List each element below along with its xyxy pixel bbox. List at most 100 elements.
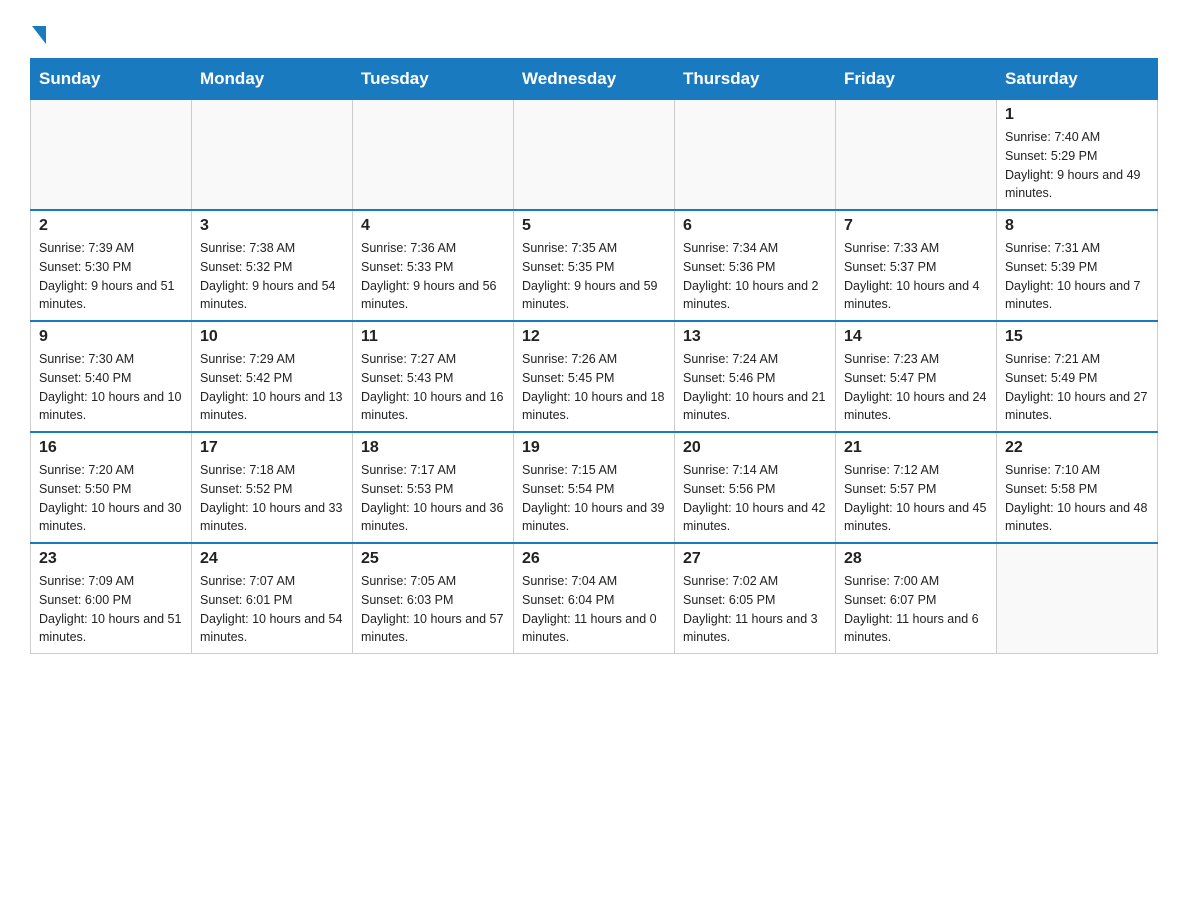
calendar-cell [997,543,1158,654]
calendar-header-row: SundayMondayTuesdayWednesdayThursdayFrid… [31,59,1158,100]
calendar-cell: 17 Sunrise: 7:18 AM Sunset: 5:52 PM Dayli… [192,432,353,543]
day-number: 12 [522,328,666,346]
day-info: Sunrise: 7:18 AM Sunset: 5:52 PM Dayligh… [200,461,344,536]
day-number: 5 [522,217,666,235]
page-header [30,20,1158,40]
calendar-week-5: 23 Sunrise: 7:09 AM Sunset: 6:00 PM Dayli… [31,543,1158,654]
day-number: 17 [200,439,344,457]
day-number: 14 [844,328,988,346]
logo-arrow-icon [32,26,46,44]
day-info: Sunrise: 7:10 AM Sunset: 5:58 PM Dayligh… [1005,461,1149,536]
day-number: 26 [522,550,666,568]
calendar-header-wednesday: Wednesday [514,59,675,100]
calendar-cell [192,100,353,211]
calendar-cell: 2Sunrise: 7:39 AM Sunset: 5:30 PM Daylig… [31,210,192,321]
calendar-cell: 21 Sunrise: 7:12 AM Sunset: 5:57 PM Dayli… [836,432,997,543]
day-number: 27 [683,550,827,568]
calendar-header-thursday: Thursday [675,59,836,100]
day-number: 3 [200,217,344,235]
day-number: 20 [683,439,827,457]
calendar-week-4: 16 Sunrise: 7:20 AM Sunset: 5:50 PM Dayli… [31,432,1158,543]
calendar-cell: 10 Sunrise: 7:29 AM Sunset: 5:42 PM Dayli… [192,321,353,432]
calendar-cell [353,100,514,211]
calendar-cell: 9 Sunrise: 7:30 AM Sunset: 5:40 PM Daylig… [31,321,192,432]
day-number: 1 [1005,106,1149,124]
calendar-cell: 28 Sunrise: 7:00 AM Sunset: 6:07 PM Dayli… [836,543,997,654]
calendar-cell: 5Sunrise: 7:35 AM Sunset: 5:35 PM Daylig… [514,210,675,321]
calendar-week-3: 9 Sunrise: 7:30 AM Sunset: 5:40 PM Daylig… [31,321,1158,432]
day-info: Sunrise: 7:15 AM Sunset: 5:54 PM Dayligh… [522,461,666,536]
calendar-cell: 1 Sunrise: 7:40 AM Sunset: 5:29 PM Daylig… [997,100,1158,211]
day-info: Sunrise: 7:20 AM Sunset: 5:50 PM Dayligh… [39,461,183,536]
calendar-header-saturday: Saturday [997,59,1158,100]
calendar-cell: 6Sunrise: 7:34 AM Sunset: 5:36 PM Daylig… [675,210,836,321]
calendar-header-sunday: Sunday [31,59,192,100]
calendar-table: SundayMondayTuesdayWednesdayThursdayFrid… [30,58,1158,654]
day-info: Sunrise: 7:02 AM Sunset: 6:05 PM Dayligh… [683,572,827,647]
calendar-cell: 25 Sunrise: 7:05 AM Sunset: 6:03 PM Dayli… [353,543,514,654]
day-info: Sunrise: 7:04 AM Sunset: 6:04 PM Dayligh… [522,572,666,647]
day-number: 10 [200,328,344,346]
calendar-cell: 27 Sunrise: 7:02 AM Sunset: 6:05 PM Dayli… [675,543,836,654]
calendar-cell: 19 Sunrise: 7:15 AM Sunset: 5:54 PM Dayli… [514,432,675,543]
calendar-cell [514,100,675,211]
calendar-cell: 24 Sunrise: 7:07 AM Sunset: 6:01 PM Dayli… [192,543,353,654]
calendar-cell: 11 Sunrise: 7:27 AM Sunset: 5:43 PM Dayli… [353,321,514,432]
day-number: 13 [683,328,827,346]
day-info: Sunrise: 7:40 AM Sunset: 5:29 PM Dayligh… [1005,128,1149,203]
calendar-cell [836,100,997,211]
day-info: Sunrise: 7:30 AM Sunset: 5:40 PM Dayligh… [39,350,183,425]
calendar-cell: 22 Sunrise: 7:10 AM Sunset: 5:58 PM Dayli… [997,432,1158,543]
day-info: Sunrise: 7:29 AM Sunset: 5:42 PM Dayligh… [200,350,344,425]
calendar-cell: 7Sunrise: 7:33 AM Sunset: 5:37 PM Daylig… [836,210,997,321]
day-number: 18 [361,439,505,457]
day-info: Sunrise: 7:05 AM Sunset: 6:03 PM Dayligh… [361,572,505,647]
day-number: 15 [1005,328,1149,346]
day-number: 24 [200,550,344,568]
calendar-cell: 26 Sunrise: 7:04 AM Sunset: 6:04 PM Dayli… [514,543,675,654]
day-number: 16 [39,439,183,457]
logo [30,20,46,40]
calendar-cell: 20 Sunrise: 7:14 AM Sunset: 5:56 PM Dayli… [675,432,836,543]
calendar-header-tuesday: Tuesday [353,59,514,100]
calendar-header-friday: Friday [836,59,997,100]
day-info: Sunrise: 7:14 AM Sunset: 5:56 PM Dayligh… [683,461,827,536]
day-info: Sunrise: 7:33 AM Sunset: 5:37 PM Dayligh… [844,239,988,314]
day-info: Sunrise: 7:00 AM Sunset: 6:07 PM Dayligh… [844,572,988,647]
calendar-cell: 12 Sunrise: 7:26 AM Sunset: 5:45 PM Dayli… [514,321,675,432]
calendar-header-monday: Monday [192,59,353,100]
day-number: 25 [361,550,505,568]
day-number: 8 [1005,217,1149,235]
calendar-cell: 13 Sunrise: 7:24 AM Sunset: 5:46 PM Dayli… [675,321,836,432]
day-info: Sunrise: 7:26 AM Sunset: 5:45 PM Dayligh… [522,350,666,425]
calendar-week-2: 2Sunrise: 7:39 AM Sunset: 5:30 PM Daylig… [31,210,1158,321]
calendar-cell: 23 Sunrise: 7:09 AM Sunset: 6:00 PM Dayli… [31,543,192,654]
day-info: Sunrise: 7:07 AM Sunset: 6:01 PM Dayligh… [200,572,344,647]
day-number: 19 [522,439,666,457]
day-number: 28 [844,550,988,568]
day-info: Sunrise: 7:17 AM Sunset: 5:53 PM Dayligh… [361,461,505,536]
calendar-cell: 18 Sunrise: 7:17 AM Sunset: 5:53 PM Dayli… [353,432,514,543]
day-info: Sunrise: 7:21 AM Sunset: 5:49 PM Dayligh… [1005,350,1149,425]
day-number: 23 [39,550,183,568]
day-number: 11 [361,328,505,346]
day-info: Sunrise: 7:27 AM Sunset: 5:43 PM Dayligh… [361,350,505,425]
day-number: 6 [683,217,827,235]
calendar-week-1: 1 Sunrise: 7:40 AM Sunset: 5:29 PM Daylig… [31,100,1158,211]
day-number: 9 [39,328,183,346]
day-info: Sunrise: 7:09 AM Sunset: 6:00 PM Dayligh… [39,572,183,647]
day-info: Sunrise: 7:31 AM Sunset: 5:39 PM Dayligh… [1005,239,1149,314]
day-info: Sunrise: 7:36 AM Sunset: 5:33 PM Dayligh… [361,239,505,314]
day-number: 21 [844,439,988,457]
calendar-cell [675,100,836,211]
day-number: 22 [1005,439,1149,457]
calendar-cell: 3Sunrise: 7:38 AM Sunset: 5:32 PM Daylig… [192,210,353,321]
calendar-cell: 15 Sunrise: 7:21 AM Sunset: 5:49 PM Dayli… [997,321,1158,432]
calendar-cell: 4Sunrise: 7:36 AM Sunset: 5:33 PM Daylig… [353,210,514,321]
calendar-cell: 8 Sunrise: 7:31 AM Sunset: 5:39 PM Daylig… [997,210,1158,321]
day-info: Sunrise: 7:23 AM Sunset: 5:47 PM Dayligh… [844,350,988,425]
day-number: 2 [39,217,183,235]
day-info: Sunrise: 7:12 AM Sunset: 5:57 PM Dayligh… [844,461,988,536]
day-info: Sunrise: 7:24 AM Sunset: 5:46 PM Dayligh… [683,350,827,425]
calendar-cell: 16 Sunrise: 7:20 AM Sunset: 5:50 PM Dayli… [31,432,192,543]
